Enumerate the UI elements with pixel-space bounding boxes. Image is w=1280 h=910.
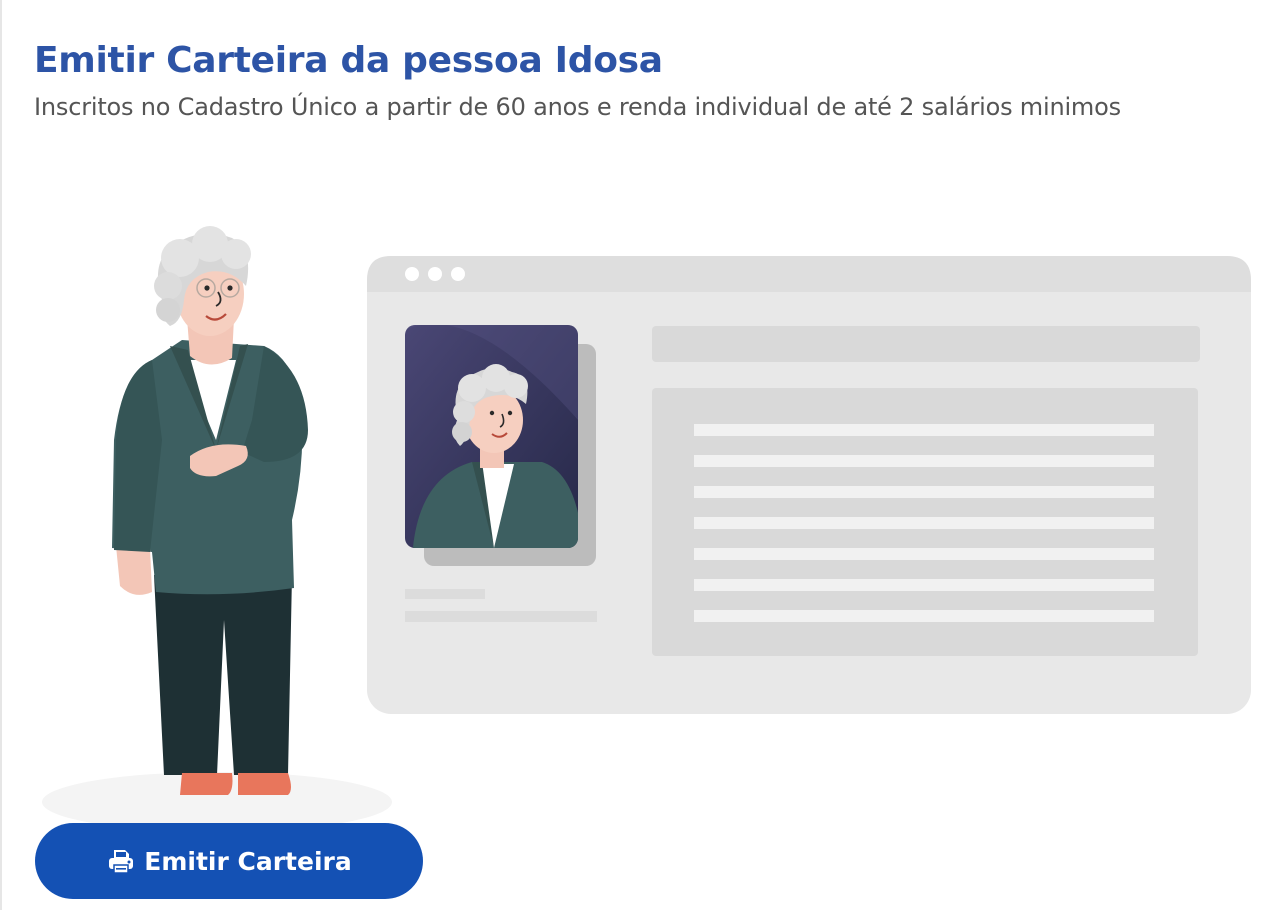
id-photo-graphic [405,325,596,566]
emit-card-button-label: Emitir Carteira [144,846,352,876]
browser-window-graphic [367,256,1251,714]
page-title: Emitir Carteira da pessoa Idosa [34,40,663,81]
emit-card-button[interactable]: Emitir Carteira [35,823,423,899]
printer-icon [106,846,136,876]
elderly-woman-graphic [42,226,392,832]
service-card: Emitir Carteira da pessoa Idosa Inscrito… [0,0,1280,910]
elderly-id-card-illustration [42,226,1251,832]
page-subtitle: Inscritos no Cadastro Único a partir de … [34,93,1121,121]
